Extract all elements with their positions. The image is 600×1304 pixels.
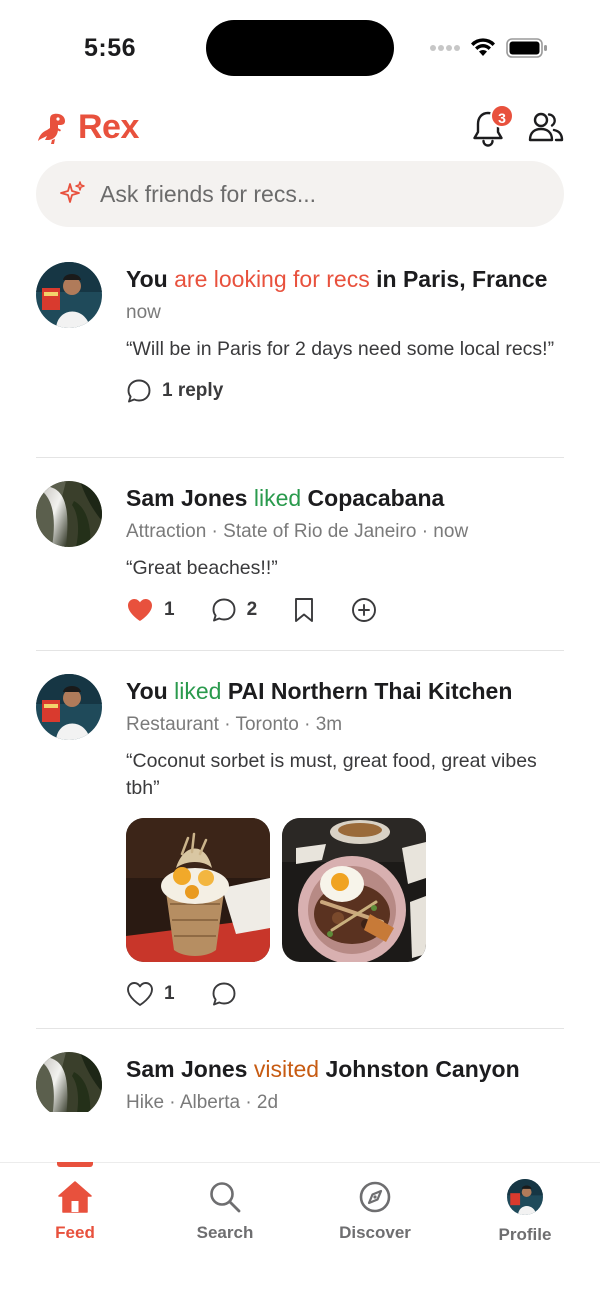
dinosaur-logo-icon [38, 113, 65, 144]
post-quote: “Coconut sorbet is must, great food, gre… [126, 750, 537, 799]
home-icon [58, 1181, 92, 1213]
post-action: visited [253, 1056, 320, 1082]
status-bar: 5:56 [0, 0, 600, 96]
bottom-tab-bar: Feed Search Discover Profile [0, 1162, 600, 1304]
post-meta: Hike · Alberta · 2d [126, 1092, 279, 1112]
comment-button[interactable] [211, 981, 237, 1007]
ask-friends-search-bar[interactable] [36, 161, 564, 227]
post-quote: “Great beaches!!” [126, 557, 278, 579]
like-count: 1 [164, 983, 175, 1004]
user-avatar[interactable] [36, 262, 102, 328]
comment-count: 2 [246, 599, 258, 620]
heart-filled-icon [128, 599, 152, 621]
notification-count-badge: 3 [490, 104, 514, 128]
bookmark-button[interactable] [293, 597, 315, 623]
reply-button[interactable]: 1 reply [126, 378, 223, 404]
feed-post[interactable]: Sam Jones visited Johnston Canyon Hike ·… [36, 1052, 564, 1112]
plus-circle-icon [352, 598, 377, 622]
post-headline: You liked PAI Northern Thai Kitchen [126, 674, 566, 708]
post-actions: 1 reply [126, 375, 566, 407]
comment-bubble-icon [127, 379, 151, 403]
app-title: Rex [78, 108, 139, 146]
heart-outline-icon [127, 982, 153, 1006]
tab-discover[interactable]: Discover [300, 1163, 450, 1263]
battery-icon [506, 38, 547, 58]
user-avatar[interactable] [36, 481, 102, 547]
feed-post[interactable]: You are looking for recs in Paris, Franc… [36, 262, 564, 458]
like-button[interactable]: 1 [126, 597, 175, 623]
post-meta: now [126, 302, 161, 323]
active-tab-indicator [57, 1162, 93, 1167]
feed-post[interactable]: You liked PAI Northern Thai Kitchen Rest… [36, 674, 564, 1029]
tab-label: Feed [55, 1223, 95, 1242]
user-avatar[interactable] [36, 1052, 102, 1112]
post-body: Sam Jones liked Copacabana Attraction · … [126, 481, 566, 626]
activity-feed[interactable]: You are looking for recs in Paris, Franc… [0, 240, 600, 1112]
post-photos [126, 818, 566, 962]
post-body: You are looking for recs in Paris, Franc… [126, 262, 566, 407]
search-icon [210, 1182, 241, 1213]
post-action: liked [174, 678, 222, 704]
post-meta: Attraction · State of Rio de Janeiro · n… [126, 521, 469, 542]
post-action: liked [253, 485, 302, 511]
post-place-name[interactable]: PAI Northern Thai Kitchen [228, 678, 513, 704]
post-preposition: in [376, 266, 397, 292]
dynamic-island [206, 20, 394, 76]
reply-count: 1 reply [162, 380, 224, 401]
post-place-name[interactable]: Copacabana [308, 485, 445, 511]
post-photo-thai-dish[interactable] [282, 818, 426, 962]
post-actions: 1 2 [126, 594, 566, 626]
like-count: 1 [164, 599, 175, 620]
post-quote: “Will be in Paris for 2 days need some l… [126, 338, 555, 360]
tab-search[interactable]: Search [150, 1163, 300, 1263]
post-user-name[interactable]: You [126, 266, 168, 292]
ask-friends-input[interactable] [100, 180, 500, 208]
tab-label: Discover [339, 1223, 411, 1242]
post-action: are looking for recs [174, 266, 370, 292]
comment-button[interactable]: 2 [211, 597, 258, 623]
avatar [507, 1179, 543, 1215]
bookmark-icon [295, 598, 314, 622]
tab-label: Profile [498, 1225, 552, 1244]
app-logo[interactable]: Rex [36, 108, 139, 147]
post-headline: Sam Jones liked Copacabana [126, 481, 566, 515]
tab-feed[interactable]: Feed [0, 1162, 150, 1263]
post-place-name[interactable]: Paris, France [403, 266, 547, 292]
post-place-name[interactable]: Johnston Canyon [325, 1056, 519, 1082]
post-headline: Sam Jones visited Johnston Canyon [126, 1052, 566, 1086]
post-meta: Restaurant · Toronto · 3m [126, 714, 343, 735]
post-body: Sam Jones visited Johnston Canyon Hike ·… [126, 1052, 566, 1112]
app-header: Rex 3 [36, 104, 564, 152]
tab-profile[interactable]: Profile [450, 1163, 600, 1263]
comment-bubble-icon [212, 598, 236, 622]
compass-icon [359, 1181, 391, 1213]
user-avatar[interactable] [36, 674, 102, 740]
add-to-list-button[interactable] [351, 597, 377, 623]
post-user-name[interactable]: Sam Jones [126, 485, 247, 511]
cellular-signal-icon [430, 45, 460, 51]
post-user-name[interactable]: Sam Jones [126, 1056, 247, 1082]
tab-label: Search [196, 1223, 254, 1242]
post-user-name[interactable]: You [126, 678, 168, 704]
post-actions: 1 [126, 978, 566, 1010]
post-headline: You are looking for recs in Paris, Franc… [126, 262, 566, 296]
like-button[interactable]: 1 [126, 981, 175, 1007]
wifi-icon [471, 38, 495, 56]
status-time: 5:56 [84, 34, 137, 62]
friends-icon[interactable] [528, 110, 564, 144]
comment-bubble-icon [212, 982, 236, 1006]
sparkle-icon [60, 181, 85, 203]
post-photo-coconut-sorbet[interactable] [126, 818, 270, 962]
feed-post[interactable]: Sam Jones liked Copacabana Attraction · … [36, 481, 564, 651]
post-body: You liked PAI Northern Thai Kitchen Rest… [126, 674, 566, 1010]
